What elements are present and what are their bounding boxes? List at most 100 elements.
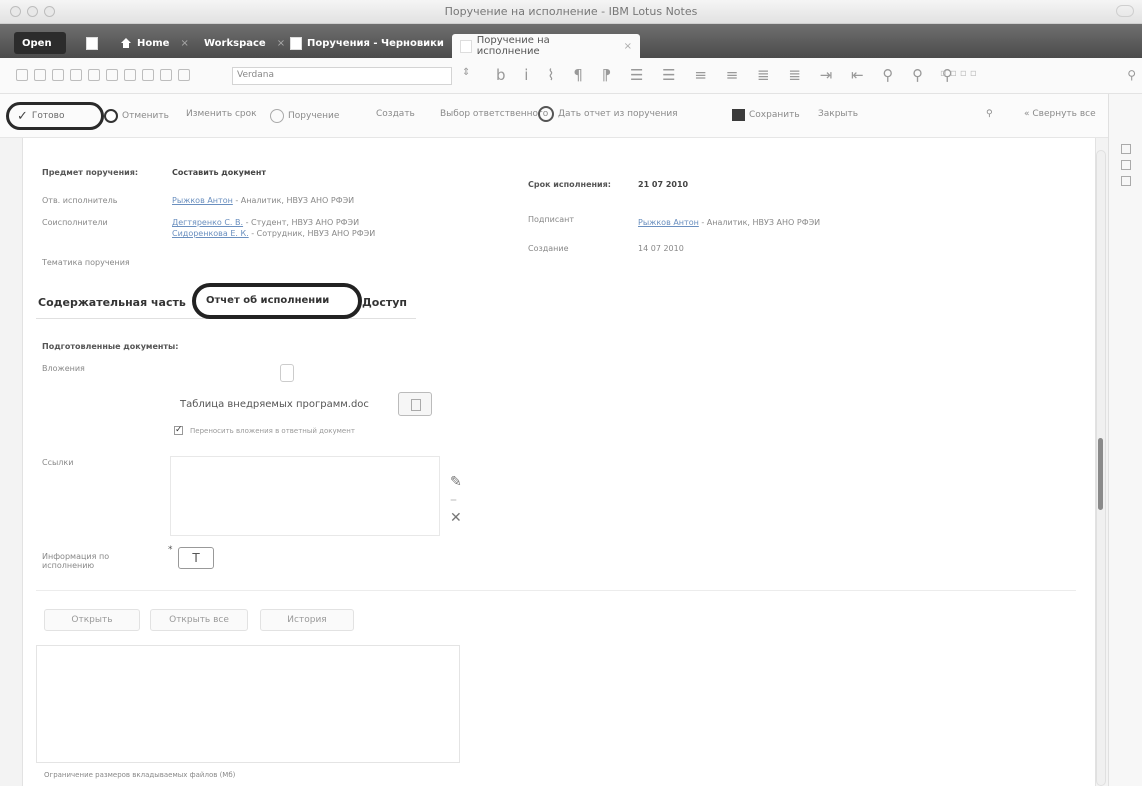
font-size-select[interactable]: ⇕ — [462, 67, 486, 85]
toolbar-toggle-button[interactable] — [1116, 5, 1134, 17]
font-family-select[interactable]: Verdana — [232, 67, 452, 85]
tab-access[interactable]: Доступ — [362, 296, 407, 309]
required-marker: * — [168, 545, 173, 555]
tab-bar: Open Home × Workspace × Поручения - Черн… — [0, 24, 1142, 58]
tab-workspace[interactable]: Workspace × — [196, 32, 293, 54]
search-icon[interactable]: ⚲ — [1127, 68, 1136, 82]
link-icon[interactable] — [142, 69, 154, 81]
section-divider — [36, 590, 1076, 591]
sidebar-panel-icon[interactable] — [1121, 176, 1131, 186]
choose-executor-label: Выбор ответственного — [440, 109, 549, 119]
coexecutor-link[interactable]: Сидоренкова Е. К. — [172, 229, 249, 238]
save-button[interactable]: Сохранить — [732, 109, 800, 121]
executor-position: - Аналитик, НВУЗ АНО РФЭИ — [235, 196, 355, 205]
sidebar-panel-icon[interactable] — [1121, 160, 1131, 170]
signer-position: - Аналитик, НВУЗ АНО РФЭИ — [701, 218, 821, 227]
tab-drafts-label: Поручения - Черновики — [307, 37, 444, 49]
prepared-docs-label: Подготовленные документы: — [42, 342, 179, 351]
executor-label: Отв. исполнитель — [42, 196, 118, 205]
window-titlebar: Поручение на исполнение - IBM Lotus Note… — [0, 0, 1142, 24]
print-icon[interactable] — [70, 69, 82, 81]
attached-file[interactable]: Таблица внедряемых программ.doc — [180, 399, 369, 410]
close-icon[interactable]: × — [624, 41, 632, 52]
attachment-icon[interactable]: ⚲ — [986, 109, 993, 119]
history-button[interactable]: История — [260, 609, 354, 631]
close-button[interactable]: Закрыть — [818, 109, 858, 119]
close-label: Закрыть — [818, 109, 859, 119]
reject-button[interactable]: Отменить — [104, 109, 169, 123]
create-button[interactable]: Создать — [376, 109, 415, 119]
create-label: Создать — [376, 109, 415, 119]
copy-icon[interactable] — [34, 69, 46, 81]
subject-label: Предмет поручения: — [42, 168, 139, 177]
give-report-label: Дать отчет из поручения — [558, 109, 678, 119]
tab-drafts[interactable]: Поручения - Черновики × — [282, 32, 471, 54]
ready-button[interactable]: ✓ Готово — [6, 102, 104, 130]
deadline-value: 21 07 2010 — [638, 180, 689, 189]
tab-content[interactable]: Содержательная часть — [38, 296, 186, 309]
spell-icon[interactable] — [106, 69, 118, 81]
tab-documents[interactable] — [78, 32, 106, 54]
collapse-all-label: « Свернуть все — [1024, 109, 1096, 119]
copy-attachments-label: Переносить вложения в ответный документ — [190, 427, 355, 435]
text-edit-button[interactable]: T — [178, 547, 214, 569]
change-deadline-label: Изменить срок — [186, 109, 257, 119]
save-icon — [732, 109, 745, 121]
table-icon[interactable] — [160, 69, 172, 81]
sidebar-panel-icon[interactable] — [1121, 144, 1131, 154]
give-report-button[interactable]: Дать отчет из поручения — [538, 106, 678, 122]
right-sidebar — [1108, 94, 1142, 786]
open-all-button[interactable]: Открыть все — [150, 609, 248, 631]
tab-active-label: Поручение на исполнение — [476, 35, 550, 57]
paste-icon[interactable] — [52, 69, 64, 81]
format-extra-buttons[interactable]: ▫ ▫ ▫ ▫ — [940, 68, 1120, 84]
signer-link[interactable]: Рыжков Антон — [638, 218, 699, 227]
tab-active-document[interactable]: Поручение на исполнение × — [452, 34, 640, 58]
cut-icon[interactable] — [16, 69, 28, 81]
ready-label: Готово — [31, 111, 65, 121]
links-field[interactable] — [170, 456, 440, 536]
deadline-label: Срок исполнения: — [528, 180, 611, 189]
attachment-icon[interactable] — [280, 364, 294, 382]
close-icon[interactable]: × — [180, 38, 188, 49]
edit-icon[interactable]: ✎ — [450, 474, 462, 490]
scrollbar-thumb[interactable] — [1098, 438, 1103, 510]
image-icon[interactable] — [178, 69, 190, 81]
save-label: Сохранить — [749, 110, 800, 120]
reject-icon — [104, 109, 118, 123]
tab-home[interactable]: Home × — [112, 32, 197, 54]
file-action-button[interactable] — [398, 392, 432, 416]
open-doc-button[interactable]: Открыть — [44, 609, 140, 631]
change-deadline-button[interactable]: Изменить срок — [186, 109, 257, 119]
links-label: Ссылки — [42, 458, 74, 467]
coexecutor-1: Дегтяренко С. В. - Студент, НВУЗ АНО РФЭ… — [172, 218, 359, 227]
tab-report[interactable]: Отчет об исполнении — [192, 283, 362, 319]
created-label: Создание — [528, 244, 569, 253]
undo-icon[interactable] — [88, 69, 100, 81]
executor-value: Рыжков Антон - Аналитик, НВУЗ АНО РФЭИ — [172, 196, 354, 205]
format-toolbar-icons — [16, 69, 190, 81]
delete-icon[interactable]: ✕ — [450, 510, 462, 526]
order-button[interactable]: Поручение — [270, 109, 339, 123]
info-label-line-2: исполнению — [42, 561, 95, 570]
checkmark-icon: ✓ — [17, 108, 28, 124]
topic-label: Тематика поручения — [42, 258, 130, 267]
signer-label: Подписант — [528, 215, 575, 224]
tab-workspace-label: Workspace — [204, 37, 266, 49]
history-textarea[interactable] — [36, 645, 460, 763]
signer-value: Рыжков Антон - Аналитик, НВУЗ АНО РФЭИ — [638, 218, 820, 227]
home-icon — [120, 37, 132, 49]
open-button[interactable]: Open — [14, 32, 66, 54]
open-label: Open — [22, 37, 52, 49]
insert-icon[interactable] — [124, 69, 136, 81]
format-buttons[interactable]: b i ⌇ ¶ ⁋ ☰ ☰ ≡ ≡ ≣ ≣ ⇥ ⇤ ⚲ ⚲ ⚲ — [496, 66, 960, 84]
copy-attachments-checkbox[interactable]: ✓ — [174, 426, 183, 435]
document-icon — [460, 39, 472, 53]
coexecutor-2: Сидоренкова Е. К. - Сотрудник, НВУЗ АНО … — [172, 229, 375, 238]
coexecutor-position: - Студент, НВУЗ АНО РФЭИ — [245, 218, 360, 227]
collapse-all-button[interactable]: « Свернуть все — [1024, 109, 1096, 119]
coexecutor-link[interactable]: Дегтяренко С. В. — [172, 218, 243, 227]
choose-executor-button[interactable]: Выбор ответственного — [440, 109, 548, 119]
executor-link[interactable]: Рыжков Антон — [172, 196, 233, 205]
format-toolbar: Verdana ⇕ b i ⌇ ¶ ⁋ ☰ ☰ ≡ ≡ ≣ ≣ ⇥ ⇤ ⚲ ⚲ … — [0, 58, 1142, 94]
